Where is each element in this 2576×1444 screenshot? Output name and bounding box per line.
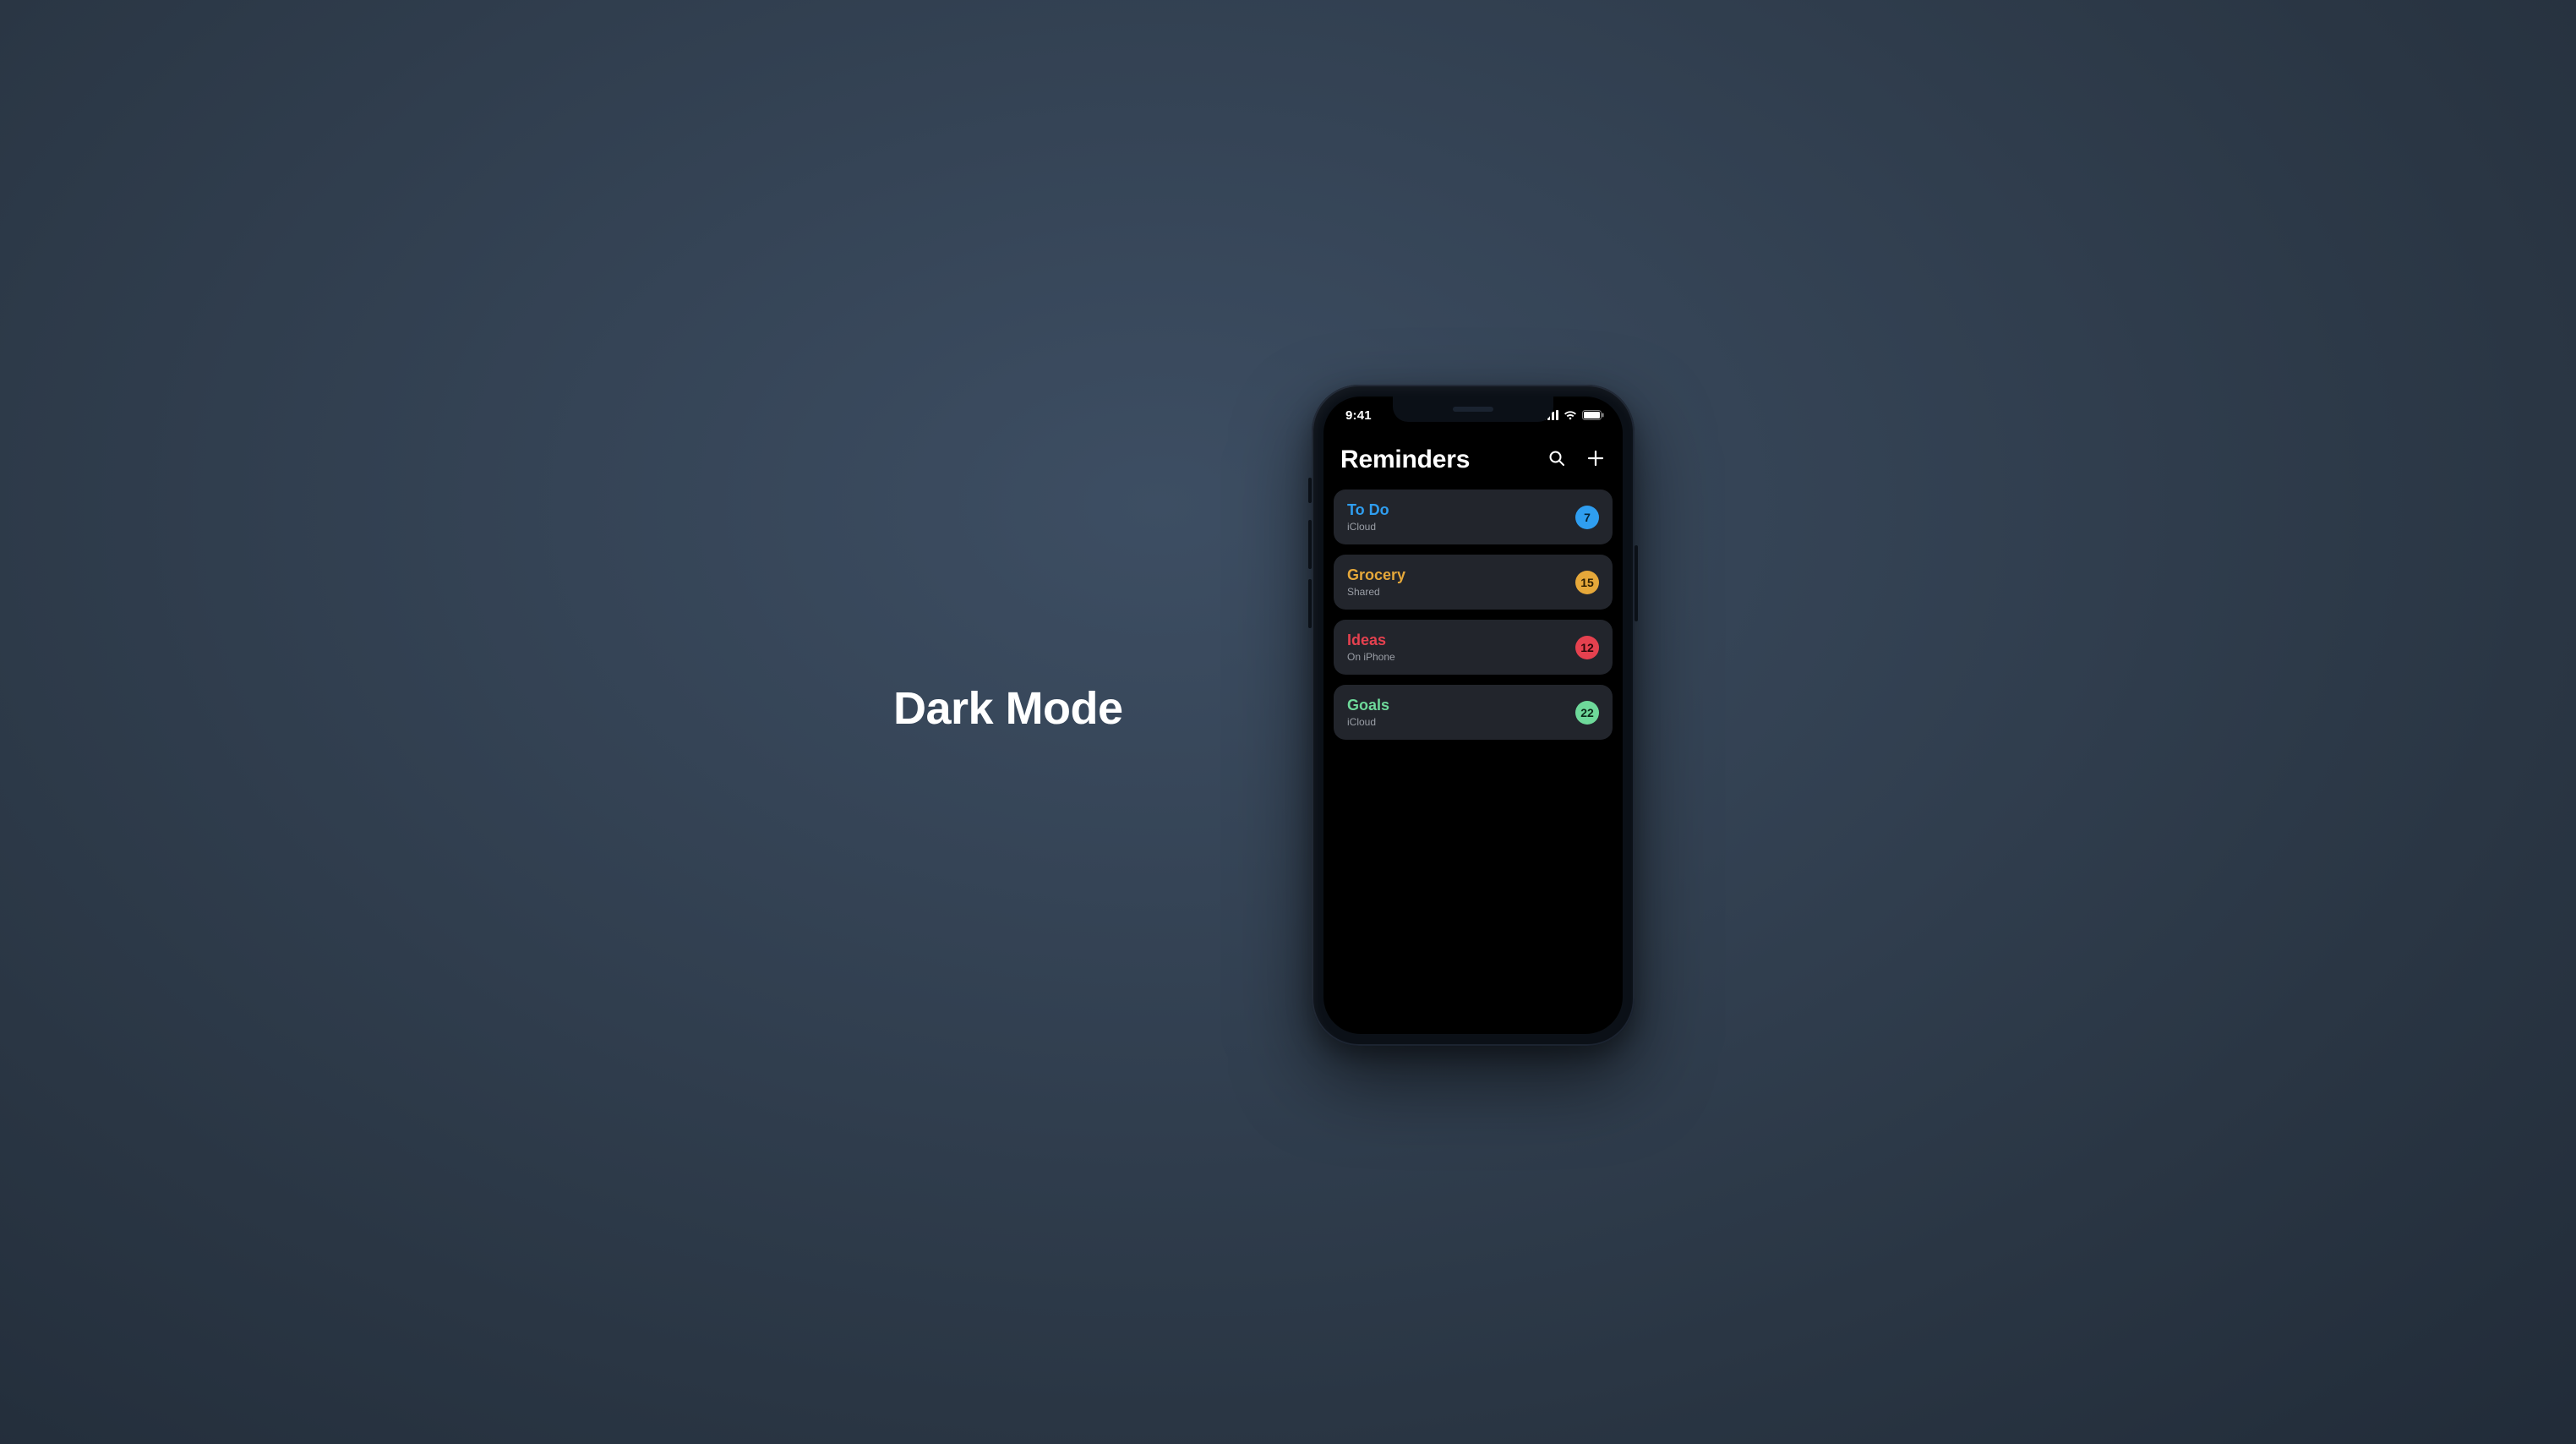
search-button[interactable] <box>1547 450 1567 470</box>
wifi-icon <box>1564 410 1577 420</box>
list-subtitle: iCloud <box>1347 716 1389 728</box>
list-subtitle: Shared <box>1347 586 1405 598</box>
phone-volume-down <box>1308 579 1312 628</box>
count-badge: 7 <box>1575 506 1599 529</box>
list-subtitle: On iPhone <box>1347 651 1395 663</box>
list-title: To Do <box>1347 501 1389 519</box>
list-card-ideas[interactable]: Ideas On iPhone 12 <box>1334 620 1613 675</box>
list-title: Goals <box>1347 697 1389 714</box>
list-title: Grocery <box>1347 566 1405 584</box>
app-header: Reminders <box>1323 434 1623 484</box>
feature-caption: Dark Mode <box>893 682 1123 735</box>
promo-stage: Dark Mode 9:41 <box>644 361 1932 1083</box>
list-card-grocery[interactable]: Grocery Shared 15 <box>1334 555 1613 610</box>
add-button[interactable] <box>1585 450 1606 470</box>
phone-screen: 9:41 <box>1323 397 1623 1034</box>
phone-volume-up <box>1308 520 1312 569</box>
plus-icon <box>1587 450 1604 471</box>
phone-notch <box>1393 397 1553 422</box>
phone-power-button <box>1635 545 1638 621</box>
list-text: Ideas On iPhone <box>1347 632 1395 663</box>
list-subtitle: iCloud <box>1347 521 1389 533</box>
list-card-goals[interactable]: Goals iCloud 22 <box>1334 685 1613 740</box>
list-text: Grocery Shared <box>1347 566 1405 598</box>
count-badge: 22 <box>1575 701 1599 725</box>
list-card-todo[interactable]: To Do iCloud 7 <box>1334 490 1613 544</box>
app-title: Reminders <box>1340 446 1470 474</box>
count-badge: 12 <box>1575 636 1599 659</box>
search-icon <box>1548 450 1565 471</box>
list-text: Goals iCloud <box>1347 697 1389 728</box>
header-actions <box>1547 450 1606 470</box>
phone-mockup: 9:41 <box>1312 385 1635 1046</box>
reminder-lists: To Do iCloud 7 Grocery Shared 15 Ideas <box>1323 484 1623 740</box>
status-time: 9:41 <box>1345 408 1372 423</box>
list-title: Ideas <box>1347 632 1395 649</box>
list-text: To Do iCloud <box>1347 501 1389 533</box>
count-badge: 15 <box>1575 571 1599 594</box>
phone-speaker <box>1453 407 1493 412</box>
phone-silence-switch <box>1308 478 1312 503</box>
battery-icon <box>1582 410 1604 420</box>
